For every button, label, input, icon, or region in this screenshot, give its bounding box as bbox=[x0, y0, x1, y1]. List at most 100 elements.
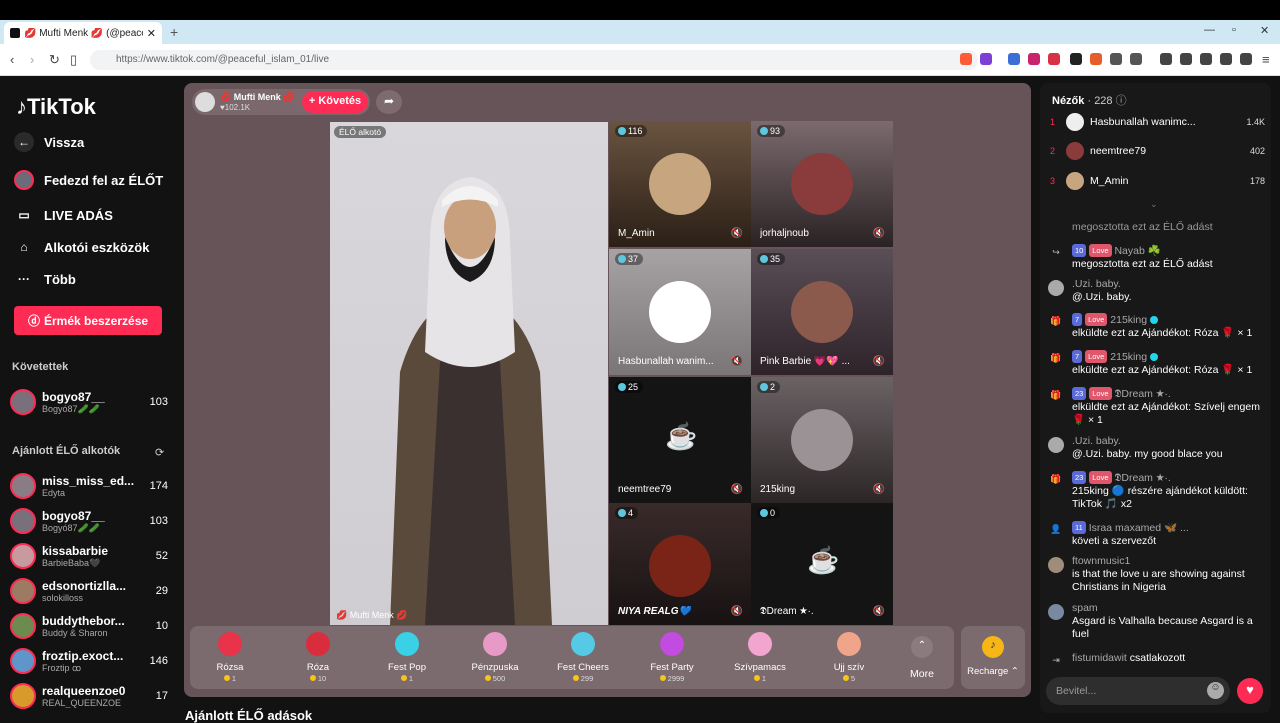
chat-input[interactable]: Bevitel... bbox=[1046, 677, 1230, 705]
gift-item[interactable]: Fest Cheers 299 bbox=[540, 632, 626, 683]
close-window-icon[interactable]: ✕ bbox=[1260, 24, 1269, 37]
extension-icon[interactable] bbox=[1028, 53, 1040, 65]
info-icon[interactable]: ⓘ bbox=[1116, 95, 1127, 107]
extension-icon[interactable] bbox=[1110, 53, 1122, 65]
extension-icon[interactable] bbox=[1048, 53, 1060, 65]
avatar bbox=[10, 648, 36, 674]
extension-icon[interactable] bbox=[1070, 53, 1082, 65]
avatar bbox=[10, 508, 36, 534]
tiktok-logo[interactable]: ♪TikTok bbox=[16, 94, 96, 120]
coin-icon bbox=[400, 675, 407, 681]
back-icon[interactable]: ‹ bbox=[10, 52, 14, 67]
forward-icon[interactable]: › bbox=[30, 52, 34, 67]
close-tab-icon[interactable]: ✕ bbox=[147, 27, 156, 40]
host-avatar[interactable] bbox=[195, 92, 215, 112]
guest-tile[interactable]: 0 ☕ 𝕯Dream ★·. 🔇 bbox=[751, 503, 893, 625]
recommended-account[interactable]: miss_miss_ed... Edyta 174 bbox=[10, 469, 168, 503]
gift-item[interactable]: Róza 10 bbox=[275, 632, 361, 683]
level-badge: 7 bbox=[1072, 350, 1083, 363]
recharge-button[interactable]: ♪ Recharge ⌃ bbox=[961, 626, 1025, 689]
get-coins-button[interactable]: ⓓ Érmék beszerzése bbox=[14, 306, 162, 335]
chevron-up-icon: ⌃ bbox=[1008, 666, 1019, 677]
maximize-icon[interactable]: ▫ bbox=[1232, 24, 1236, 36]
like-heart-button[interactable]: ♥ bbox=[1237, 678, 1263, 704]
gift-item[interactable]: Szívpamacs 1 bbox=[717, 632, 803, 683]
emoji-icon[interactable]: ☺ bbox=[1207, 682, 1224, 699]
top-viewer[interactable]: 2 neemtree79 402 bbox=[1050, 140, 1265, 162]
guest-tile[interactable]: 2 215king 🔇 bbox=[751, 377, 893, 503]
guest-avatar bbox=[791, 281, 853, 343]
ai-icon[interactable] bbox=[1220, 53, 1232, 65]
extension-icon[interactable] bbox=[1090, 53, 1102, 65]
top-viewer[interactable]: 3 M_Amin 178 bbox=[1050, 170, 1265, 192]
chat-message: megosztotta ezt az ÉLŐ adást bbox=[1072, 221, 1213, 233]
coin-icon bbox=[484, 675, 491, 681]
nav-more[interactable]: ··· Több bbox=[14, 269, 76, 289]
gift-item[interactable]: Fest Pop 1 bbox=[364, 632, 450, 683]
nav-explore-live[interactable]: Fedezd fel az ÉLŐT bbox=[14, 170, 163, 190]
following-header: Követettek bbox=[12, 361, 69, 373]
sidebar-icon[interactable] bbox=[1180, 53, 1192, 65]
top-viewer[interactable]: 1 Hasbunallah wanimc... 1.4K bbox=[1050, 111, 1265, 133]
browser-tab[interactable]: 💋 Mufti Menk 💋 (@peacef ✕ bbox=[4, 22, 162, 44]
brave-shield-icon[interactable] bbox=[960, 53, 972, 65]
recommended-account[interactable]: kissabarbie BarbieBaba🖤 52 bbox=[10, 539, 168, 573]
recommended-account[interactable]: froztip.exoct... Froztip ꝏ 146 bbox=[10, 644, 168, 678]
viewer-icon bbox=[618, 255, 626, 263]
nav-back[interactable]: ← Vissza bbox=[14, 132, 84, 152]
guest-tile[interactable]: 116 M_Amin 🔇 bbox=[609, 121, 751, 247]
chat-message: 🎁 7 Love 215king elküldte ezt az Ajándék… bbox=[1048, 350, 1260, 377]
gift-item[interactable]: Ujj szív 5 bbox=[806, 632, 892, 683]
extension-icon[interactable] bbox=[1130, 53, 1142, 65]
wallet-icon[interactable] bbox=[1200, 53, 1212, 65]
bookmark-icon[interactable]: ▯ bbox=[70, 52, 77, 68]
reload-icon[interactable]: ↻ bbox=[49, 52, 60, 68]
gift-item[interactable]: Rózsa 1 bbox=[187, 632, 273, 683]
translate-icon[interactable] bbox=[1008, 53, 1020, 65]
fest-cheers-icon bbox=[571, 632, 595, 656]
tiktok-note-icon: ♪ bbox=[16, 94, 27, 119]
url-input[interactable]: https://www.tiktok.com/@peaceful_islam_0… bbox=[90, 50, 978, 70]
expand-icon[interactable]: ⌄ bbox=[1150, 199, 1158, 210]
love-badge: Love bbox=[1089, 471, 1112, 484]
viewers-header[interactable]: Nézők · 228 ⓘ bbox=[1052, 92, 1127, 108]
mic-muted-icon: 🔇 bbox=[872, 606, 885, 617]
music-icon[interactable] bbox=[1160, 53, 1172, 65]
guest-tile[interactable]: 35 Pink Barbie 💗💖 ... 🔇 bbox=[751, 249, 893, 375]
guest-tile[interactable]: 37 Hasbunallah wanim... 🔇 bbox=[609, 249, 751, 375]
recommended-account[interactable]: realqueenzoe0 REAL_QUEENZOE 17 bbox=[10, 679, 168, 713]
vpn-icon[interactable] bbox=[1240, 53, 1252, 65]
recommended-account[interactable]: buddythebor... Buddy & Sharon 10 bbox=[10, 609, 168, 643]
minimize-icon[interactable]: — bbox=[1204, 24, 1215, 36]
follow-button[interactable]: + Követés bbox=[302, 91, 368, 113]
avatar-icon bbox=[14, 170, 34, 190]
guest-avatar bbox=[649, 153, 711, 215]
gift-item[interactable]: Fest Party 2999 bbox=[629, 632, 715, 683]
gift-item[interactable]: Pénzpuska 500 bbox=[452, 632, 538, 683]
rewards-icon[interactable] bbox=[980, 53, 992, 65]
host-video[interactable]: ÉLŐ alkotó 💋 Mufti Menk 💋 bbox=[330, 122, 608, 625]
share-icon[interactable]: ➦ bbox=[376, 90, 402, 114]
following-account[interactable]: bogyo87__ Bogyó87🥒🥒 103 bbox=[10, 385, 168, 419]
nav-live[interactable]: ▭ LIVE ADÁS bbox=[14, 205, 113, 225]
new-tab-button[interactable]: + bbox=[170, 24, 178, 40]
refresh-icon[interactable]: ⟳ bbox=[155, 446, 164, 459]
guest-tile[interactable]: 25 ☕ neemtree79 🔇 bbox=[609, 377, 751, 503]
recommended-account[interactable]: bogyo87__ Bogyó87🥒🥒 103 bbox=[10, 504, 168, 538]
guest-tile[interactable]: 4 NIYA REALG💙 🔇 bbox=[609, 503, 751, 625]
recommended-account[interactable]: edsonortizlla... solokilloss 29 bbox=[10, 574, 168, 608]
guest-tile[interactable]: 93 jorhaljnoub 🔇 bbox=[751, 121, 893, 247]
nav-creator-tools[interactable]: ⌂ Alkotói eszközök bbox=[14, 237, 149, 257]
love-badge: Love bbox=[1089, 244, 1112, 257]
menu-icon[interactable]: ≡ bbox=[1262, 52, 1270, 67]
avatar bbox=[10, 683, 36, 709]
viewer-icon bbox=[760, 383, 768, 391]
gift-icon: 🎁 bbox=[1050, 316, 1062, 326]
finger-heart-icon bbox=[837, 632, 861, 656]
chevron-up-icon: ⌃ bbox=[911, 636, 933, 658]
more-gifts-button[interactable]: ⌃ More bbox=[906, 636, 938, 680]
guest-avatar bbox=[649, 281, 711, 343]
share-icon: ↪ bbox=[1052, 247, 1060, 257]
chat-message: ⇥ fistumidawit csatlakozott bbox=[1048, 652, 1260, 665]
love-badge: Love bbox=[1089, 387, 1112, 400]
